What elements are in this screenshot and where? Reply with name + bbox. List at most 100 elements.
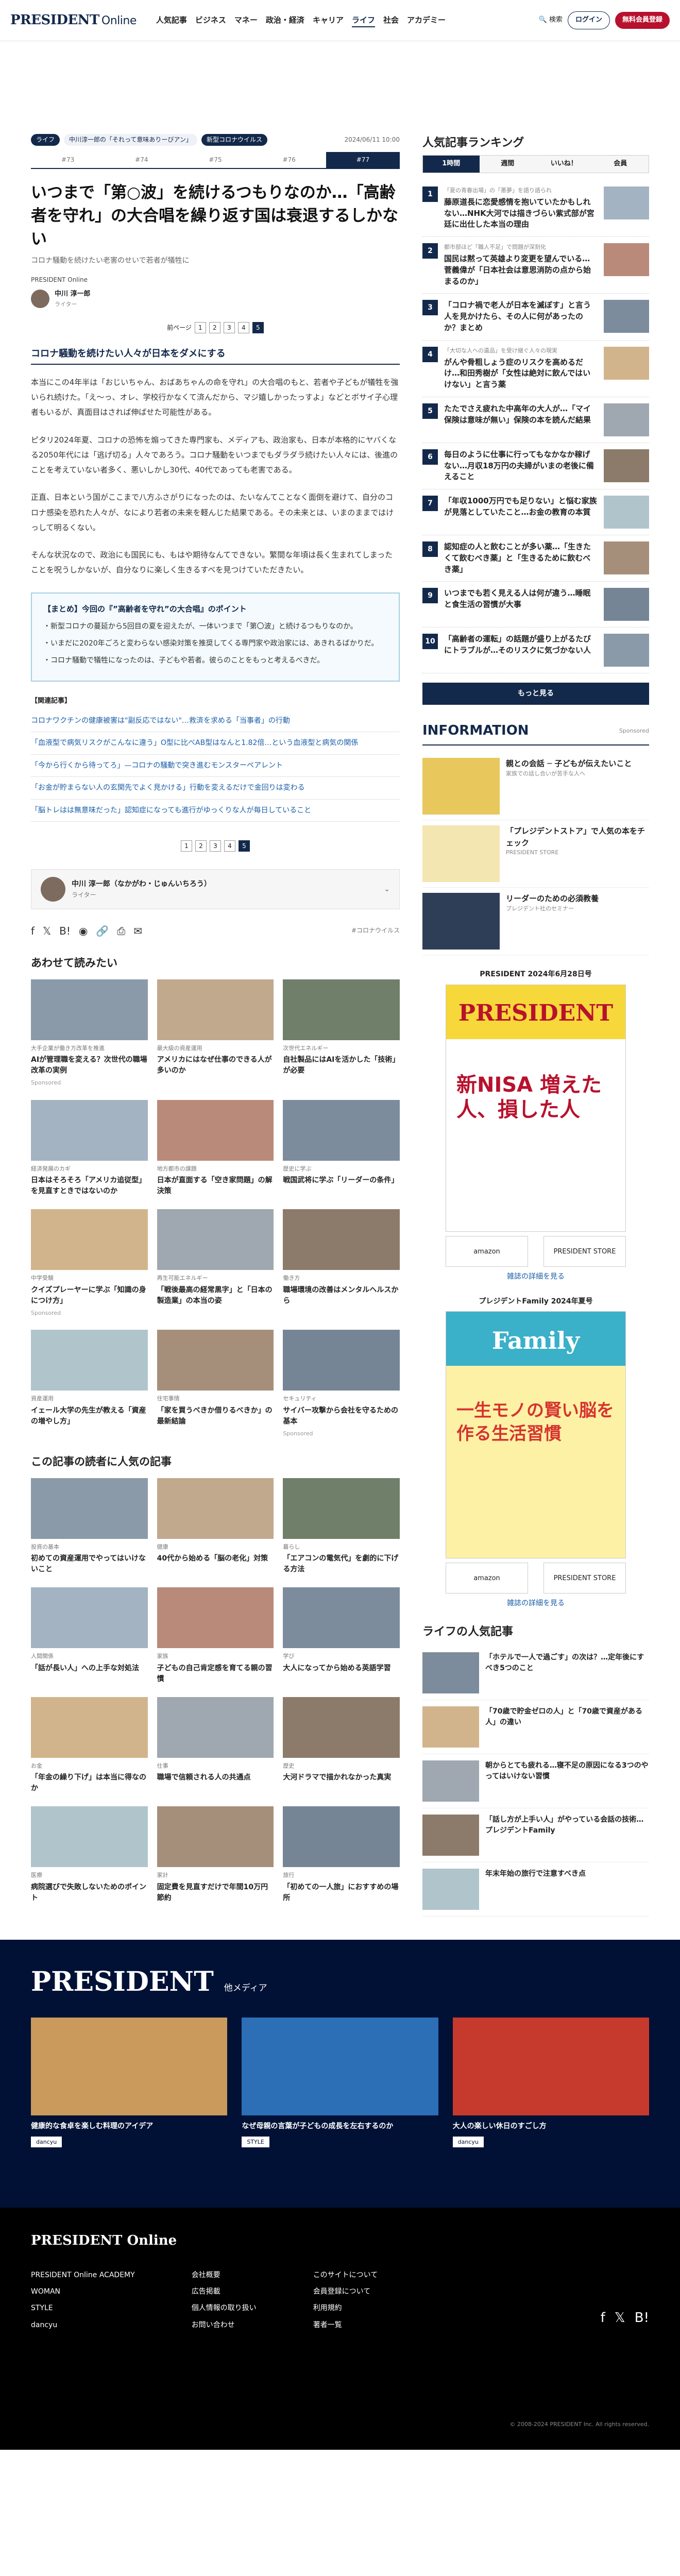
- president-store-button-2[interactable]: PRESIDENT STORE: [543, 1563, 626, 1594]
- reader-card[interactable]: 健康 40代から始める「脳の老化」対策: [157, 1478, 274, 1575]
- footer-link[interactable]: 利用規約: [313, 2302, 378, 2314]
- reader-title[interactable]: 固定費を見直すだけで年間10万円節約: [157, 1882, 274, 1904]
- magazine-2-cover[interactable]: Family 一生モノの賢い脳を作る生活習慣: [446, 1311, 626, 1559]
- magazine-2-link[interactable]: 雑誌の詳細を見る: [422, 1598, 649, 1609]
- ranking-item[interactable]: 2 都市部ほど「職人不足」で問題が深刻化 国民は黙って英雄より変更を望んでいる…菅義…: [422, 237, 649, 294]
- footer-link[interactable]: 会員登録について: [313, 2286, 378, 2297]
- x-icon[interactable]: 𝕏: [43, 923, 51, 939]
- series-tab-2[interactable]: #75: [178, 152, 252, 168]
- page-2[interactable]: 2: [209, 322, 220, 334]
- nav-item-7[interactable]: アカデミー: [407, 14, 446, 27]
- life-item[interactable]: 「ホテルで一人で過ごす」の次は？…定年後にすべき5つのこと: [422, 1646, 649, 1701]
- nav-item-2[interactable]: マネー: [234, 14, 258, 27]
- page-5[interactable]: 5: [252, 322, 264, 334]
- reader-card[interactable]: 暮らし 「エアコンの電気代」を劇的に下げる方法: [283, 1478, 400, 1575]
- related-link-4[interactable]: 「脳トレはは無意味だった」認知症になっても進行がゆっくりな人が毎日していること: [31, 800, 400, 822]
- ranking-item[interactable]: 7 「年収1000万円でも足りない」と悩む家族が見落としていたこと…お金の教育の本…: [422, 489, 649, 536]
- reader-title[interactable]: 「初めての一人旅」におすすめの場所: [283, 1882, 400, 1904]
- hatena-icon[interactable]: B!: [635, 2308, 649, 2329]
- magazine-1-link[interactable]: 雑誌の詳細を見る: [422, 1271, 649, 1282]
- recommend-title[interactable]: AIが管理職を変える？次世代の職場改革の実例: [31, 1055, 148, 1076]
- reader-card[interactable]: 仕事 職場で信頼される人の共通点: [157, 1697, 274, 1794]
- reader-card[interactable]: 旅行 「初めての一人旅」におすすめの場所: [283, 1806, 400, 1904]
- link-icon[interactable]: 🔗: [96, 923, 109, 939]
- author-box[interactable]: 中川 淳一郎（なかがわ・じゅんいちろう） ライター ⌄: [31, 869, 400, 910]
- page-4[interactable]: 4: [237, 322, 249, 334]
- recommend-title[interactable]: サイバー攻撃から会社を守るための基本: [283, 1405, 400, 1427]
- reader-title[interactable]: 「話が長い人」への上手な対処法: [31, 1663, 148, 1674]
- ranking-item[interactable]: 4 「大切な人への遺品」を受け継ぐ人々の現実 がんや骨粗しょう症のリスクを高めるだけ…: [422, 341, 649, 397]
- footer-link[interactable]: dancyu: [31, 2319, 135, 2331]
- site-logo[interactable]: PRESIDENT Online: [10, 10, 137, 31]
- amazon-button-2[interactable]: amazon: [446, 1563, 528, 1594]
- reader-title[interactable]: 子どもの自己肯定感を育てる親の習慣: [157, 1663, 274, 1685]
- nav-item-4[interactable]: キャリア: [313, 14, 344, 27]
- recommend-title[interactable]: クイズプレーヤーに学ぶ「知識の身につけ方」: [31, 1285, 148, 1307]
- author-row[interactable]: 中川 淳一郎 ライター: [31, 289, 400, 309]
- page-5[interactable]: 5: [239, 840, 250, 852]
- ranking-item[interactable]: 1 「夏の青春出場」の「悪夢」を語り語られ 藤原道長に恋愛感情を抱いていたかもしれな…: [422, 180, 649, 238]
- recommend-card[interactable]: セキュリティ サイバー攻撃から会社を守るための基本 Sponsored: [283, 1330, 400, 1438]
- recommend-card[interactable]: 中学受験 クイズプレーヤーに学ぶ「知識の身につけ方」 Sponsored: [31, 1209, 148, 1317]
- x-icon[interactable]: 𝕏: [615, 2308, 625, 2329]
- recommend-card[interactable]: 歴史に学ぶ 戦国武将に学ぶ「リーダーの条件」: [283, 1099, 400, 1197]
- ranking-item[interactable]: 3 「コロナ禍で老人が日本を滅ぼす」と言う人を見かけたら、その人に何があったのか？…: [422, 294, 649, 341]
- ranking-item[interactable]: 10 「高齢者の運転」の話題が盛り上がるたびにトラブルが…そのリスクに気づかない人: [422, 628, 649, 674]
- hatena-icon[interactable]: B!: [59, 923, 71, 939]
- page-3[interactable]: 3: [210, 840, 221, 852]
- related-link-3[interactable]: 「お金が貯まらない人の玄関先でよく見かける」行動を変えるだけで金回りは変わる: [31, 777, 400, 800]
- nav-item-5[interactable]: ライフ: [351, 14, 375, 27]
- reader-title[interactable]: 職場で信頼される人の共通点: [157, 1772, 274, 1783]
- reader-card[interactable]: 人間関係 「話が長い人」への上手な対処法: [31, 1587, 148, 1685]
- series-tab-4[interactable]: #77: [326, 152, 400, 168]
- reader-card[interactable]: 学び 大人になってから始める英語学習: [283, 1587, 400, 1685]
- reader-title[interactable]: 40代から始める「脳の老化」対策: [157, 1553, 274, 1564]
- reader-title[interactable]: 「年金の繰り下げ」は本当に得なのか: [31, 1772, 148, 1794]
- footer-link[interactable]: 著者一覧: [313, 2319, 378, 2331]
- nav-item-1[interactable]: ビジネス: [195, 14, 226, 27]
- recommend-title[interactable]: 職場環境の改善はメンタルヘルスから: [283, 1285, 400, 1307]
- media-card[interactable]: 大人の楽しい休日のすごし方 dancyu: [452, 2018, 649, 2148]
- life-item[interactable]: 「話し方が上手い人」がやっている会話の技術…プレジデントFamily: [422, 1808, 649, 1863]
- ranking-tab-3[interactable]: 会員: [592, 156, 649, 173]
- page-1[interactable]: 1: [194, 322, 206, 334]
- tag-1[interactable]: 中川淳一郎の「それって意味ありーびアン」: [64, 134, 197, 146]
- related-link-2[interactable]: 「今から行くから待ってろ」—コロナの騒動で突き進むモンスターペアレント: [31, 755, 400, 777]
- ranking-tab-1[interactable]: 週間: [479, 156, 536, 173]
- reader-card[interactable]: 家族 子どもの自己肯定感を育てる親の習慣: [157, 1587, 274, 1685]
- related-link-1[interactable]: 「血液型で病気リスクがこんなに違う」O型に比べAB型はなんと1.82倍…という血…: [31, 732, 400, 755]
- nav-item-3[interactable]: 政治・経済: [266, 14, 304, 27]
- chevron-down-icon[interactable]: ⌄: [384, 884, 390, 895]
- nav-item-0[interactable]: 人気記事: [156, 14, 187, 27]
- recommend-title[interactable]: 「家を買うべきか借りるべきか」の最新結論: [157, 1405, 274, 1427]
- recommend-title[interactable]: 自社製品にはAIを活かした「技術」が必要: [283, 1055, 400, 1076]
- life-item[interactable]: 「70歳で貯金ゼロの人」と「70歳で資産がある人」の違い: [422, 1700, 649, 1755]
- life-item[interactable]: 年末年始の旅行で注意すべき点: [422, 1862, 649, 1917]
- reader-title[interactable]: 初めての資産運用でやってはいけないこと: [31, 1553, 148, 1575]
- footer-link[interactable]: PRESIDENT Online ACADEMY: [31, 2269, 135, 2281]
- recommend-card[interactable]: 地方都市の課題 日本が直面する「空き家問題」の解決策: [157, 1099, 274, 1197]
- mail-icon[interactable]: ✉: [133, 923, 142, 939]
- page-2[interactable]: 2: [195, 840, 207, 852]
- recommend-card[interactable]: 最大級の資産運用 アメリカにはなぜ仕事のできる人が多いのか: [157, 979, 274, 1088]
- reader-title[interactable]: 大河ドラマで描かれなかった真実: [283, 1772, 400, 1783]
- series-tab-3[interactable]: #76: [252, 152, 326, 168]
- reader-title[interactable]: 大人になってから始める英語学習: [283, 1663, 400, 1674]
- footer-link[interactable]: STYLE: [31, 2302, 135, 2314]
- magazine-1-cover[interactable]: PRESIDENT 新NISA 増えた人、損した人: [446, 984, 626, 1232]
- footer-link[interactable]: 会社概要: [192, 2269, 257, 2281]
- ranking-item[interactable]: 6 毎日のように仕事に行ってもなかなか稼げない…月収18万円の夫婦がいまの老後に備…: [422, 443, 649, 490]
- recommend-card[interactable]: 再生可能エネルギー 「戦後最高の経常黒字」と「日本の製造業」の本当の姿: [157, 1209, 274, 1317]
- recommend-card[interactable]: 経済発展のカギ 日本はそろそろ「アメリカ追従型」を見直すときではないのか: [31, 1099, 148, 1197]
- president-store-button[interactable]: PRESIDENT STORE: [543, 1235, 626, 1267]
- series-tab-0[interactable]: #73: [31, 152, 105, 168]
- page-3[interactable]: 3: [223, 322, 235, 334]
- related-link-0[interactable]: コロナワクチンの健康被害は"副反応ではない"…救済を求める「当事者」の行動: [31, 710, 400, 733]
- ranking-item[interactable]: 9 いつまでも若く見える人は何が違う…睡眠と食生活の習慣が大事: [422, 582, 649, 628]
- ranking-tab-2[interactable]: いいね！: [536, 156, 592, 173]
- facebook-icon[interactable]: f: [601, 2308, 605, 2329]
- share-tag[interactable]: #コロナウイルス: [351, 926, 400, 936]
- recommend-card[interactable]: 次世代エネルギー 自社製品にはAIを活かした「技術」が必要: [283, 979, 400, 1088]
- line-icon[interactable]: ◉: [79, 923, 88, 939]
- facebook-icon[interactable]: f: [31, 923, 35, 939]
